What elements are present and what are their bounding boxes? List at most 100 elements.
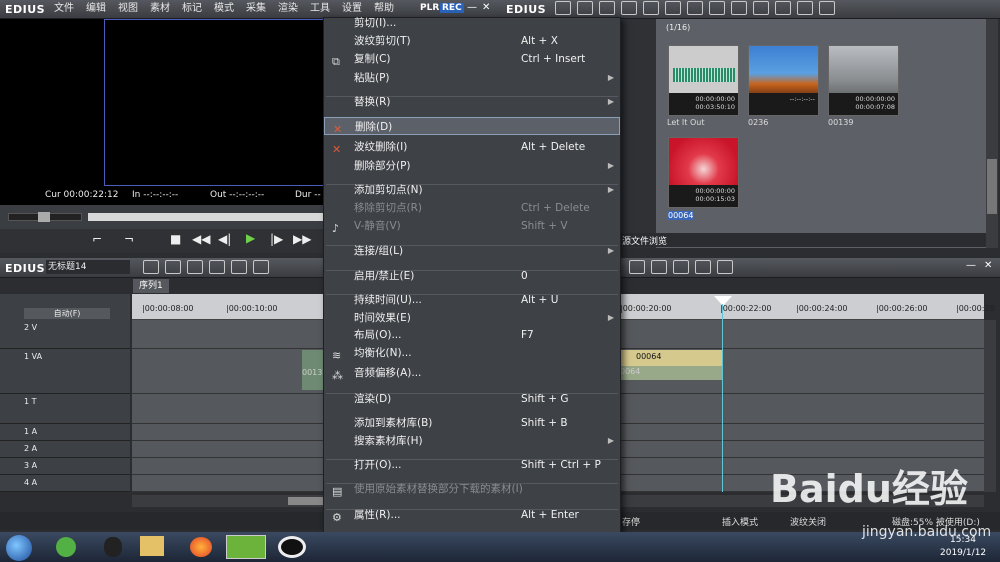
menu-item-5[interactable]: 模式 (208, 0, 240, 18)
context-item-4[interactable]: 替换(R) ▶ (324, 93, 620, 111)
rewind-icon[interactable]: ◀◀ (192, 232, 210, 246)
tl-close-icon[interactable]: ✕ (984, 260, 992, 271)
step-back-icon[interactable]: ◀| (218, 232, 231, 246)
tl-minimize-icon[interactable]: — (966, 260, 976, 271)
mark-out-icon[interactable]: ¬ (124, 232, 134, 246)
clip-thumb-4[interactable]: 00:00:00:00 00:00:15:03 (668, 137, 739, 208)
app-icon-qq[interactable] (104, 537, 122, 557)
step-forward-icon[interactable]: |▶ (270, 232, 283, 246)
submenu-arrow-icon: ▶ (607, 73, 614, 82)
fast-forward-icon[interactable]: ▶▶ (293, 232, 311, 246)
context-item-2[interactable]: ⧉ 复制(C) Ctrl + Insert (324, 50, 620, 68)
search-icon[interactable] (577, 1, 593, 15)
clip-00064-audio[interactable]: 0064 (620, 366, 722, 380)
context-item-10[interactable]: ♪ V-静音(V) Shift + V (324, 217, 620, 235)
scrub-bar[interactable] (88, 213, 323, 221)
player-controls: ⌐ ¬ ■ ◀◀ ◀| ▶ |▶ ▶▶ (0, 229, 323, 253)
clip-00064[interactable]: 00064 (620, 350, 722, 366)
sequence-tab[interactable]: 序列1 (133, 279, 169, 293)
window-icon[interactable] (717, 260, 733, 274)
open-project-icon[interactable] (209, 260, 225, 274)
mode-select[interactable]: 自动(F) (24, 308, 110, 319)
menu-item-6[interactable]: 采集 (240, 0, 272, 18)
marker-icon[interactable] (673, 260, 689, 274)
scissors-icon[interactable] (253, 260, 269, 274)
layout-icon[interactable] (819, 1, 835, 15)
mode-icon[interactable] (143, 260, 159, 274)
open-icon[interactable] (621, 1, 637, 15)
new-icon[interactable] (187, 260, 203, 274)
playhead-marker[interactable] (714, 296, 732, 306)
bin-scroll-thumb[interactable] (987, 159, 997, 214)
context-item-5[interactable]: ✕ 删除(D) (324, 117, 620, 136)
camera-icon[interactable] (165, 260, 181, 274)
context-item-0[interactable]: 剪切(I)... (324, 14, 620, 32)
context-item-14[interactable]: 时间效果(E) ▶ (324, 309, 620, 327)
menu-item-3[interactable]: 素材 (144, 0, 176, 18)
context-item-23[interactable]: ⚙ 属性(R)... Alt + Enter (324, 506, 620, 524)
delete-icon[interactable] (753, 1, 769, 15)
app-icon-firefox[interactable] (190, 537, 212, 557)
context-item-1[interactable]: 波纹剪切(T) Alt + X (324, 32, 620, 50)
context-item-12[interactable]: 启用/禁止(E) 0 (324, 267, 620, 285)
folder-icon[interactable] (555, 1, 571, 15)
context-item-9[interactable]: 移除剪切点(R) Ctrl + Delete (324, 199, 620, 217)
cur-timecode: Cur 00:00:22:12 (45, 190, 119, 200)
timeline-icon[interactable] (731, 1, 747, 15)
menu-item-2[interactable]: 视图 (112, 0, 144, 18)
context-item-8[interactable]: 添加剪切点(N) ▶ (324, 181, 620, 199)
clip-thumb-1[interactable]: 00:00:00:00 00:03:50:10 (668, 45, 739, 116)
context-item-11[interactable]: 连接/组(L) ▶ (324, 242, 620, 260)
scrub-handle[interactable] (38, 212, 50, 222)
player-scrub[interactable] (0, 205, 323, 229)
view-icon[interactable] (797, 1, 813, 15)
mark-in-icon[interactable]: ⌐ (92, 232, 102, 246)
up-icon[interactable] (599, 1, 615, 15)
menu-item-0[interactable]: 文件 (48, 0, 80, 18)
app-icon-explorer[interactable] (140, 536, 164, 556)
cut-icon[interactable] (665, 1, 681, 15)
clip-thumb-2[interactable]: --:--:--:-- (748, 45, 819, 116)
context-item-16[interactable]: ≋ 均衡化(N)... (324, 344, 620, 362)
context-item-19[interactable]: 添加到素材库(B) Shift + B (324, 414, 620, 432)
clip-0013[interactable]: 0013 (302, 350, 324, 390)
rec-badge[interactable]: REC (440, 3, 464, 13)
context-item-6[interactable]: ✕ 波纹删除(I) Alt + Delete (324, 138, 620, 156)
paste-icon[interactable] (709, 1, 725, 15)
plr-badge[interactable]: PLR (420, 3, 439, 13)
context-item-7[interactable]: 删除部分(P) ▶ (324, 157, 620, 175)
start-button[interactable] (6, 535, 32, 561)
menu-item-7[interactable]: 渲染 (272, 0, 304, 18)
play-icon[interactable]: ▶ (246, 231, 255, 245)
context-item-18[interactable]: 渲染(D) Shift + G (324, 390, 620, 408)
app-icon-1[interactable] (56, 537, 76, 557)
add-icon[interactable] (643, 1, 659, 15)
minimize-icon[interactable]: — (467, 2, 477, 13)
menu-item-4[interactable]: 标记 (176, 0, 208, 18)
context-item-3[interactable]: 粘贴(P) ▶ (324, 69, 620, 87)
app-icon-edius[interactable] (226, 535, 266, 559)
bin-scrollbar[interactable] (986, 19, 998, 248)
context-item-label: 添加剪切点(N) (354, 184, 423, 196)
grid-icon[interactable] (651, 260, 667, 274)
context-item-13[interactable]: 持续时间(U)... Alt + U (324, 291, 620, 309)
record-icon[interactable] (695, 260, 711, 274)
clip-thumb-3[interactable]: 00:00:00:00 00:00:07:08 (828, 45, 899, 116)
context-item-17[interactable]: ⁂ 音频偏移(A)... (324, 364, 620, 382)
stop-icon[interactable]: ■ (170, 232, 181, 246)
context-item-15[interactable]: 布局(O)... F7 (324, 326, 620, 344)
save-icon[interactable] (231, 260, 247, 274)
track-label-2v: 2 V (24, 323, 38, 332)
properties-icon[interactable] (775, 1, 791, 15)
app-icon-recorder[interactable] (278, 536, 306, 558)
menu-item-1[interactable]: 编辑 (80, 0, 112, 18)
source-browser-tab[interactable]: 源文件浏览 (622, 234, 667, 247)
export-icon[interactable] (629, 260, 645, 274)
context-item-label: 删除(D) (355, 121, 393, 133)
close-icon[interactable]: ✕ (482, 2, 490, 13)
context-item-20[interactable]: 搜索素材库(H) ▶ (324, 432, 620, 450)
context-item-21[interactable]: 打开(O)... Shift + Ctrl + P (324, 456, 620, 474)
clip-tc1-1: 00:00:00:00 (695, 95, 735, 103)
context-item-22[interactable]: ▤ 使用原始素材替换部分下载的素材(I) (324, 480, 620, 498)
copy-icon[interactable] (687, 1, 703, 15)
